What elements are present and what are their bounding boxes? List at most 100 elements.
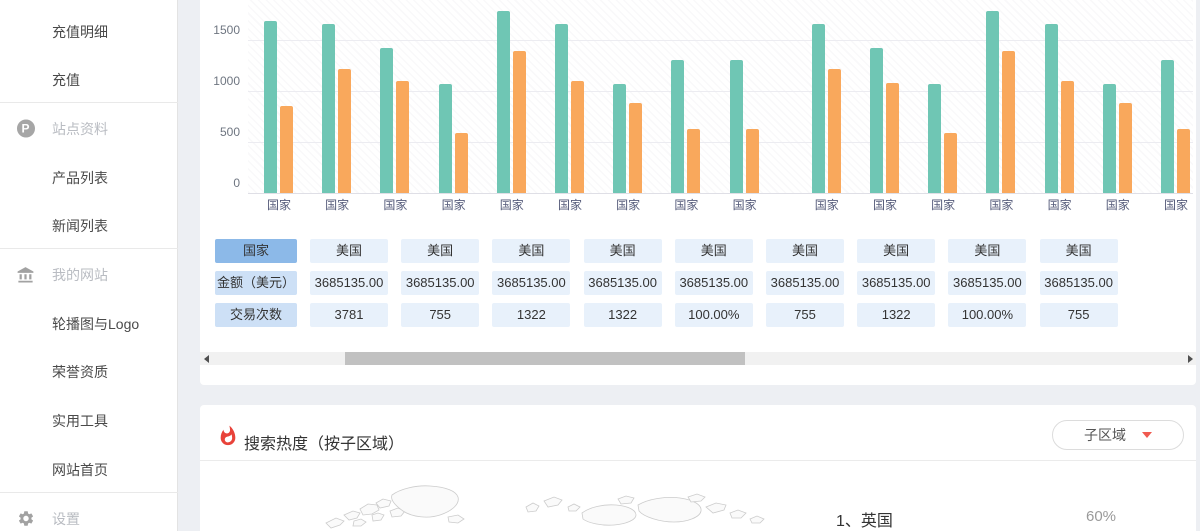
section-divider [200,460,1196,461]
sidebar-item-label: 充值明细 [52,22,108,42]
sidebar-item-recharge-details[interactable]: 充值明细 [0,7,178,56]
bar-teal [439,84,452,193]
bar-teal [613,84,626,193]
x-axis-label: 国家 [863,197,907,213]
chevron-down-icon [1142,432,1152,438]
scroll-right-icon [1188,355,1193,363]
table-cell: 3685135.00 [401,271,479,295]
bar-teal [730,60,743,193]
bar-orange [338,69,351,193]
sidebar-item-banner-logo[interactable]: 轮播图与Logo [0,299,178,348]
table-cell: 755 [401,303,479,327]
table-cell: 美国 [675,239,753,263]
bar-teal [870,48,883,193]
sidebar-item-site-home[interactable]: 网站首页 [0,445,178,494]
table-cell: 3781 [310,303,388,327]
x-axis-label: 国家 [315,197,359,213]
sidebar-item-recharge[interactable]: 充值 [0,56,178,105]
subregion-dropdown-label: 子区域 [1084,425,1126,445]
sidebar-divider [0,102,178,103]
table-cell: 3685135.00 [675,271,753,295]
bar-teal [1103,84,1116,193]
scroll-right-button[interactable] [1184,352,1196,365]
table-row-header: 金额（美元） [215,271,297,295]
bar-orange [571,81,584,193]
bar-teal [671,60,684,193]
table-cell: 1322 [584,303,662,327]
x-axis-label: 国家 [373,197,417,213]
x-axis-label: 国家 [1038,197,1082,213]
bar-orange [513,51,526,193]
bar-orange [687,129,700,193]
y-axis-tick-label: 500 [204,124,240,140]
country-stats-card: 050010001500国家国家国家国家国家国家国家国家国家国家国家国家国家国家… [200,0,1196,385]
x-axis-label: 国家 [1096,197,1140,213]
sidebar-item-site-profile[interactable]: P 站点资料 [0,104,178,153]
bar-teal [380,48,393,193]
bar-orange [629,103,642,193]
table-cell: 3685135.00 [857,271,935,295]
horizontal-scrollbar[interactable] [200,352,1196,365]
bar-orange [455,133,468,193]
table-cell: 755 [766,303,844,327]
bar-teal [1045,24,1058,193]
sidebar-item-settings[interactable]: 设置 [0,494,178,531]
scroll-left-icon [204,355,209,363]
table-cell: 100.00% [948,303,1026,327]
sidebar-item-label: 实用工具 [52,411,108,431]
table-cell: 美国 [1040,239,1118,263]
sidebar-item-honors[interactable]: 荣誉资质 [0,348,178,397]
bar-teal [928,84,941,193]
sidebar-item-label: 轮播图与Logo [52,314,139,334]
sidebar-item-label: 充值 [52,70,80,90]
x-axis-label: 国家 [664,197,708,213]
x-axis-line [248,193,1193,194]
sidebar-item-label: 产品列表 [52,168,108,188]
ranking-item: 1、英国 [836,507,893,531]
table-cell: 100.00% [675,303,753,327]
table-cell: 美国 [948,239,1026,263]
bar-orange [828,69,841,193]
table-row-header: 国家 [215,239,297,263]
bar-teal [264,21,277,193]
x-axis-label: 国家 [805,197,849,213]
table-cell: 3685135.00 [584,271,662,295]
section-title: 搜索热度（按子区域） [244,430,404,454]
sidebar-section-label: 站点资料 [52,119,108,139]
scroll-left-button[interactable] [200,352,212,365]
bar-orange [396,81,409,193]
sidebar-item-product-list[interactable]: 产品列表 [0,153,178,202]
bar-orange [1002,51,1015,193]
sidebar-item-news-list[interactable]: 新闻列表 [0,202,178,251]
y-axis-tick-label: 0 [204,175,240,191]
sidebar-section-label: 我的网站 [52,265,108,285]
x-axis-label: 国家 [723,197,767,213]
bar-orange [1119,103,1132,193]
table-cell: 1322 [857,303,935,327]
sidebar-item-tools[interactable]: 实用工具 [0,397,178,446]
table-cell: 3685135.00 [1040,271,1118,295]
sidebar-item-label: 网站首页 [52,460,108,480]
table-cell: 美国 [584,239,662,263]
subregion-dropdown[interactable]: 子区域 [1052,420,1184,450]
bar-orange [1061,81,1074,193]
sidebar-divider [0,492,178,493]
sidebar-item-my-website[interactable]: 我的网站 [0,251,178,300]
sidebar-divider [0,248,178,249]
table-cell: 3685135.00 [948,271,1026,295]
bar-teal [497,11,510,193]
bar-orange [1177,129,1190,193]
x-axis-label: 国家 [921,197,965,213]
bar-orange [746,129,759,193]
table-cell: 美国 [492,239,570,263]
x-axis-label: 国家 [979,197,1023,213]
sidebar-section-label: 设置 [52,509,80,529]
world-map [320,477,800,531]
table-cell: 3685135.00 [310,271,388,295]
x-axis-label: 国家 [606,197,650,213]
x-axis-label: 国家 [490,197,534,213]
x-axis-label: 国家 [1154,197,1196,213]
sidebar-item-label: 新闻列表 [52,216,108,236]
scrollbar-thumb[interactable] [345,352,745,365]
p-circle-icon: P [16,119,35,138]
